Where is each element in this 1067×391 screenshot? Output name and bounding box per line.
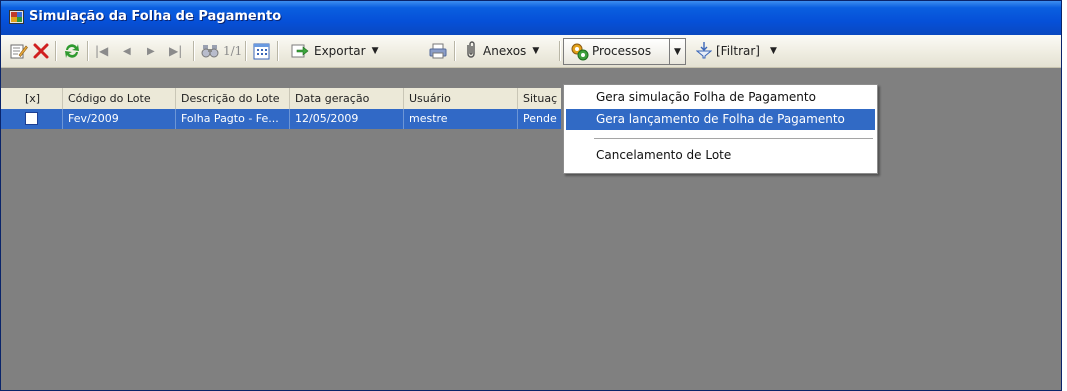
export-icon — [291, 41, 309, 62]
processos-button[interactable]: Processos ▼ — [563, 38, 686, 65]
delete-icon[interactable] — [32, 35, 50, 67]
anexos-button[interactable]: Anexos ▼ — [463, 35, 539, 67]
cell-data: 12/05/2009 — [290, 109, 404, 129]
window-title: Simulação da Folha de Pagamento — [29, 9, 282, 24]
menu-item-cancelamento[interactable]: Cancelamento de Lote — [566, 145, 875, 166]
row-select-cell[interactable] — [1, 109, 63, 129]
col-header-codigo[interactable]: Código do Lote — [63, 88, 176, 109]
last-record-icon[interactable]: ▶| — [169, 35, 182, 67]
main-window: Simulação da Folha de Pagamento |◀ ◀ ▶ ▶… — [0, 0, 1062, 391]
data-grid: [x] Código do Lote Descrição do Lote Dat… — [1, 88, 1061, 390]
col-header-select[interactable]: [x] — [1, 88, 63, 109]
table-row[interactable]: Fev/2009 Folha Pagto - Fe... 12/05/2009 … — [1, 109, 561, 129]
cell-descricao: Folha Pagto - Fe... — [176, 109, 290, 129]
col-header-descricao[interactable]: Descrição do Lote — [176, 88, 290, 109]
first-record-icon[interactable]: |◀ — [95, 35, 108, 67]
row-checkbox[interactable] — [25, 112, 38, 125]
previous-record-icon[interactable]: ◀ — [123, 35, 131, 67]
processos-icon — [570, 43, 590, 64]
filtrar-button[interactable]: [Filtrar] ▼ — [695, 35, 777, 67]
form-icon — [9, 10, 24, 24]
filtrar-label: [Filtrar] — [716, 44, 760, 58]
menu-separator — [594, 138, 873, 139]
refresh-icon[interactable] — [63, 35, 81, 67]
col-header-usuario[interactable]: Usuário — [404, 88, 518, 109]
cell-codigo: Fev/2009 — [63, 109, 176, 129]
processos-dropdown-icon[interactable]: ▼ — [674, 47, 681, 57]
edit-icon[interactable] — [10, 35, 28, 67]
page-indicator: 1/1 — [223, 44, 243, 58]
processos-label: Processos — [592, 44, 652, 58]
grid-header: [x] Código do Lote Descrição do Lote Dat… — [1, 88, 561, 110]
exportar-dropdown-icon[interactable]: ▼ — [372, 46, 379, 56]
anexos-dropdown-icon[interactable]: ▼ — [532, 46, 539, 56]
col-header-data[interactable]: Data geração — [290, 88, 404, 109]
exportar-button[interactable]: Exportar ▼ — [291, 35, 379, 67]
menu-item-gera-simulacao[interactable]: Gera simulação Folha de Pagamento — [566, 87, 875, 108]
next-record-icon[interactable]: ▶ — [147, 35, 155, 67]
filtrar-dropdown-icon[interactable]: ▼ — [770, 46, 777, 56]
cell-usuario: mestre — [404, 109, 518, 129]
anexos-label: Anexos — [483, 44, 527, 58]
title-bar: Simulação da Folha de Pagamento — [1, 1, 1061, 35]
print-icon[interactable] — [429, 35, 447, 67]
menu-item-gera-lancamento[interactable]: Gera lançamento de Folha de Pagamento — [566, 109, 875, 130]
processos-menu: Gera simulação Folha de Pagamento Gera l… — [563, 84, 878, 174]
binoculars-icon[interactable] — [201, 35, 219, 67]
paperclip-icon — [463, 40, 479, 62]
toolbar: |◀ ◀ ▶ ▶| 1/1 Exportar ▼ Anexos ▼ [Filtr… — [1, 35, 1061, 68]
exportar-label: Exportar — [314, 44, 366, 58]
calendar-grid-icon[interactable] — [253, 35, 270, 67]
filter-icon — [695, 41, 713, 62]
